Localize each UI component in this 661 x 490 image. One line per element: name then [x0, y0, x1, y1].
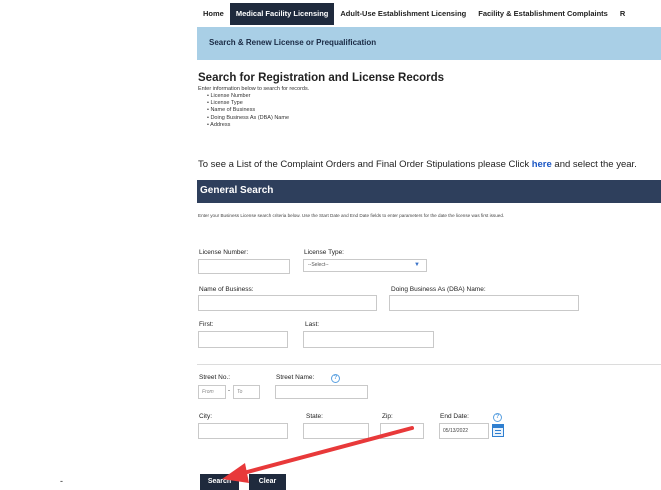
annotation-arrow-icon: [222, 426, 414, 483]
